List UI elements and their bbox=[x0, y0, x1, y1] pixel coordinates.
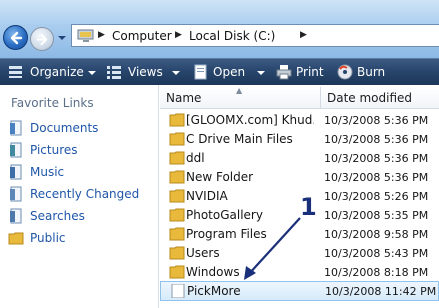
views-button[interactable]: Views bbox=[106, 64, 182, 82]
pictures-icon bbox=[10, 142, 22, 158]
file-row[interactable]: ddl 10/3/2008 5:36 PM bbox=[160, 149, 439, 168]
sort-indicator-icon: ▲ bbox=[236, 86, 243, 95]
file-row[interactable]: Windows 10/3/2008 8:18 PM bbox=[160, 263, 439, 282]
breadcrumb-separator[interactable]: ▶ bbox=[300, 30, 307, 40]
file-row-selected[interactable]: PickMore 10/3/2008 11:42 PM bbox=[160, 281, 439, 301]
navigation-pane: Favorite Links Documents Pictures Music … bbox=[0, 85, 159, 308]
back-button[interactable] bbox=[3, 25, 28, 50]
file-row[interactable]: C Drive Main Files 10/3/2008 5:36 PM bbox=[160, 130, 439, 149]
folder-icon bbox=[169, 132, 185, 146]
computer-icon bbox=[77, 29, 94, 42]
file-icon bbox=[171, 284, 185, 298]
folder-icon bbox=[169, 265, 185, 279]
print-button[interactable]: Print bbox=[276, 64, 326, 82]
recently-changed-icon bbox=[10, 186, 22, 202]
forward-arrow-icon bbox=[36, 33, 48, 46]
searches-icon bbox=[10, 208, 22, 224]
breadcrumb-local-disk[interactable]: Local Disk (C:) bbox=[189, 29, 275, 43]
nav-link-searches[interactable]: Searches bbox=[6, 206, 156, 226]
breadcrumb-computer[interactable]: Computer bbox=[112, 29, 172, 43]
open-button[interactable]: Open bbox=[193, 64, 265, 82]
history-dropdown-icon[interactable] bbox=[57, 33, 67, 43]
folder-icon bbox=[169, 151, 185, 165]
favorite-links-heading: Favorite Links bbox=[11, 96, 94, 110]
folder-icon bbox=[169, 113, 185, 127]
open-icon bbox=[194, 64, 207, 80]
burn-disc-icon bbox=[337, 64, 353, 80]
command-toolbar: Organize Views Open Print Burn bbox=[0, 58, 439, 85]
music-icon bbox=[10, 164, 22, 180]
column-header-date-modified[interactable]: Date modified bbox=[321, 87, 439, 109]
file-row[interactable]: [GLOOMX.com] Khud... 10/3/2008 5:36 PM bbox=[160, 111, 439, 130]
breadcrumb-separator[interactable]: ▶ bbox=[98, 30, 105, 40]
nav-link-documents[interactable]: Documents bbox=[6, 118, 156, 138]
public-folder-icon bbox=[8, 232, 24, 245]
views-icon bbox=[107, 66, 121, 79]
forward-button[interactable] bbox=[30, 27, 54, 51]
nav-link-music[interactable]: Music bbox=[6, 162, 156, 182]
folder-icon bbox=[169, 246, 185, 260]
chevron-down-icon bbox=[88, 71, 96, 75]
burn-button[interactable]: Burn bbox=[337, 64, 387, 82]
folder-icon bbox=[169, 170, 185, 184]
chevron-down-icon bbox=[172, 71, 180, 75]
column-header-name[interactable]: ▲ Name bbox=[160, 86, 321, 109]
address-strip: ▶ Computer ▶ Local Disk (C:) ▶ bbox=[0, 0, 439, 58]
chevron-down-icon bbox=[257, 71, 265, 75]
file-row[interactable]: Users 10/3/2008 5:43 PM bbox=[160, 244, 439, 263]
breadcrumb-separator[interactable]: ▶ bbox=[175, 30, 182, 40]
file-row[interactable]: Program Files 10/3/2008 9:58 PM bbox=[160, 225, 439, 244]
folder-icon bbox=[169, 227, 185, 241]
back-arrow-icon bbox=[10, 31, 23, 45]
folder-icon bbox=[169, 208, 185, 222]
address-bar[interactable]: ▶ Computer ▶ Local Disk (C:) ▶ bbox=[71, 24, 439, 47]
folder-icon bbox=[169, 189, 185, 203]
organize-button[interactable]: Organize bbox=[8, 64, 96, 82]
nav-link-pictures[interactable]: Pictures bbox=[6, 140, 156, 160]
printer-icon bbox=[276, 65, 292, 80]
nav-link-public[interactable]: Public bbox=[6, 228, 156, 248]
nav-link-recently-changed[interactable]: Recently Changed bbox=[6, 184, 156, 204]
annotation-number: 1 bbox=[300, 193, 317, 221]
documents-icon bbox=[10, 120, 22, 136]
file-row[interactable]: New Folder 10/3/2008 5:36 PM bbox=[160, 168, 439, 187]
organize-icon bbox=[9, 66, 22, 78]
